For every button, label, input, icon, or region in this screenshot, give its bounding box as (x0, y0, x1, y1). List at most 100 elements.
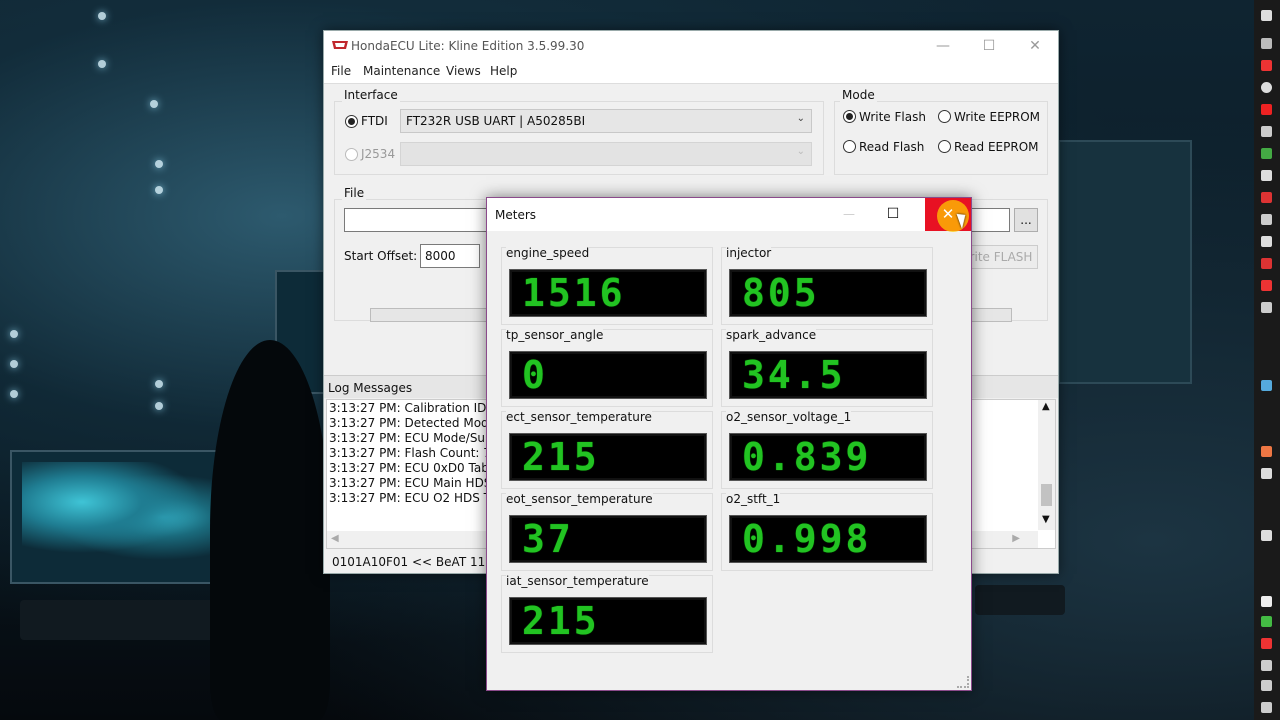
app-icon[interactable] (1261, 446, 1272, 457)
app-icon[interactable] (1261, 530, 1272, 541)
j2534-radio[interactable] (345, 148, 358, 161)
meter-value: 37 (522, 517, 574, 561)
write-eeprom-label: Write EEPROM (954, 110, 1041, 124)
bg-light (150, 100, 158, 108)
meter-value: 805 (742, 271, 820, 315)
close-icon: ✕ (941, 205, 955, 223)
app-icon[interactable] (1261, 214, 1272, 225)
app-icon[interactable] (1261, 148, 1272, 159)
scroll-left-icon[interactable]: ◀ (331, 533, 339, 544)
bg-monitor (1058, 140, 1192, 384)
meter-label: spark_advance (726, 328, 817, 342)
ftdi-radio[interactable] (345, 115, 358, 128)
app-icon[interactable] (1261, 104, 1272, 115)
honda-logo-icon (332, 41, 348, 49)
app-icon[interactable] (1261, 280, 1272, 291)
minimize-button[interactable]: — (831, 198, 867, 231)
meter-o2-sensor-voltage-1: o2_sensor_voltage_1 0.839 (721, 410, 933, 489)
chevron-down-icon: ⌄ (796, 113, 805, 124)
maximize-button[interactable]: ☐ (871, 198, 915, 231)
app-icon[interactable] (1261, 10, 1272, 21)
maximize-button[interactable]: ☐ (966, 31, 1012, 61)
write-eeprom-radio[interactable] (938, 110, 951, 123)
resize-grip[interactable] (957, 676, 969, 688)
meter-label: injector (726, 246, 772, 260)
meters-title: Meters (495, 208, 537, 222)
titlebar: HondaECU Lite: Kline Edition 3.5.99.30 —… (324, 31, 1058, 61)
meter-tp-sensor-angle: tp_sensor_angle 0 (501, 328, 713, 407)
log-header-label: Log Messages (328, 381, 413, 395)
meter-value: 215 (522, 435, 600, 479)
app-icon[interactable] (1261, 680, 1272, 691)
app-icon[interactable] (1261, 236, 1272, 247)
app-icon[interactable] (1261, 616, 1272, 627)
meter-display: 215 (509, 597, 707, 645)
meter-display: 34.5 (729, 351, 927, 399)
meter-label: iat_sensor_temperature (506, 574, 649, 588)
scroll-thumb[interactable] (1041, 484, 1052, 506)
app-icon[interactable] (1261, 638, 1272, 649)
scroll-right-icon[interactable]: ▶ (1012, 533, 1020, 544)
bg-light (98, 12, 106, 20)
app-icon[interactable] (1261, 660, 1272, 671)
meter-value: 0.998 (742, 517, 872, 561)
window-title: HondaECU Lite: Kline Edition 3.5.99.30 (351, 39, 585, 53)
menubar: File Maintenance Views Help (324, 61, 1058, 84)
bg-light (98, 60, 106, 68)
menu-file[interactable]: File (331, 64, 351, 78)
app-icon[interactable] (1261, 82, 1272, 93)
write-flash-label: Write Flash (859, 110, 926, 124)
mode-group-label: Mode (840, 88, 877, 102)
app-icon[interactable] (1261, 596, 1272, 607)
meter-display: 1516 (509, 269, 707, 317)
meter-value: 215 (522, 599, 600, 643)
meter-iat-sensor-temperature: iat_sensor_temperature 215 (501, 574, 713, 653)
read-flash-radio[interactable] (843, 140, 856, 153)
menu-help[interactable]: Help (490, 64, 517, 78)
meter-eot-sensor-temperature: eot_sensor_temperature 37 (501, 492, 713, 571)
menu-views[interactable]: Views (446, 64, 481, 78)
browse-button[interactable]: ... (1014, 208, 1038, 232)
meter-engine-speed: engine_speed 1516 (501, 246, 713, 325)
write-flash-button[interactable]: rite FLASH (964, 245, 1038, 269)
read-eeprom-radio[interactable] (938, 140, 951, 153)
j2534-device-select[interactable]: ⌄ (400, 142, 812, 166)
app-icon[interactable] (1261, 258, 1272, 269)
start-offset-input[interactable]: 8000 (420, 244, 480, 268)
bg-light (10, 330, 18, 338)
minimize-button[interactable]: — (920, 31, 966, 61)
chevron-down-icon: ⌄ (796, 146, 805, 157)
app-icon[interactable] (1261, 702, 1272, 713)
meter-label: tp_sensor_angle (506, 328, 604, 342)
scroll-down-icon[interactable]: ▼ (1042, 514, 1050, 525)
app-icon[interactable] (1261, 468, 1272, 479)
meter-o2-stft-1: o2_stft_1 0.998 (721, 492, 933, 571)
app-icon[interactable] (1261, 170, 1272, 181)
app-icon[interactable] (1261, 38, 1272, 49)
scroll-up-icon[interactable]: ▲ (1042, 401, 1050, 412)
meter-value: 1516 (522, 271, 626, 315)
app-icon[interactable] (1261, 60, 1272, 71)
read-eeprom-label: Read EEPROM (954, 140, 1039, 154)
write-flash-radio[interactable] (843, 110, 856, 123)
log-line: 3:13:27 PM: Flash Count: 7/7 (329, 446, 503, 460)
bg-light (155, 402, 163, 410)
app-icon[interactable] (1261, 126, 1272, 137)
close-button[interactable]: ✕ (1012, 31, 1058, 61)
app-icon[interactable] (1261, 192, 1272, 203)
menu-maintenance[interactable]: Maintenance (363, 64, 440, 78)
read-flash-label: Read Flash (859, 140, 925, 154)
app-icon[interactable] (1261, 380, 1272, 391)
meter-display: 37 (509, 515, 707, 563)
meter-spark-advance: spark_advance 34.5 (721, 328, 933, 407)
bg-keyboard (20, 600, 230, 640)
ftdi-device-select[interactable]: FT232R USB UART | A50285BI ⌄ (400, 109, 812, 133)
close-button[interactable]: ✕ (925, 198, 971, 232)
app-icon[interactable] (1261, 302, 1272, 313)
meter-injector: injector 805 (721, 246, 933, 325)
bg-light (155, 186, 163, 194)
meter-label: o2_sensor_voltage_1 (726, 410, 852, 424)
interface-group-label: Interface (342, 88, 400, 102)
log-vertical-scrollbar[interactable]: ▲ ▼ (1038, 400, 1055, 530)
bg-light (155, 380, 163, 388)
